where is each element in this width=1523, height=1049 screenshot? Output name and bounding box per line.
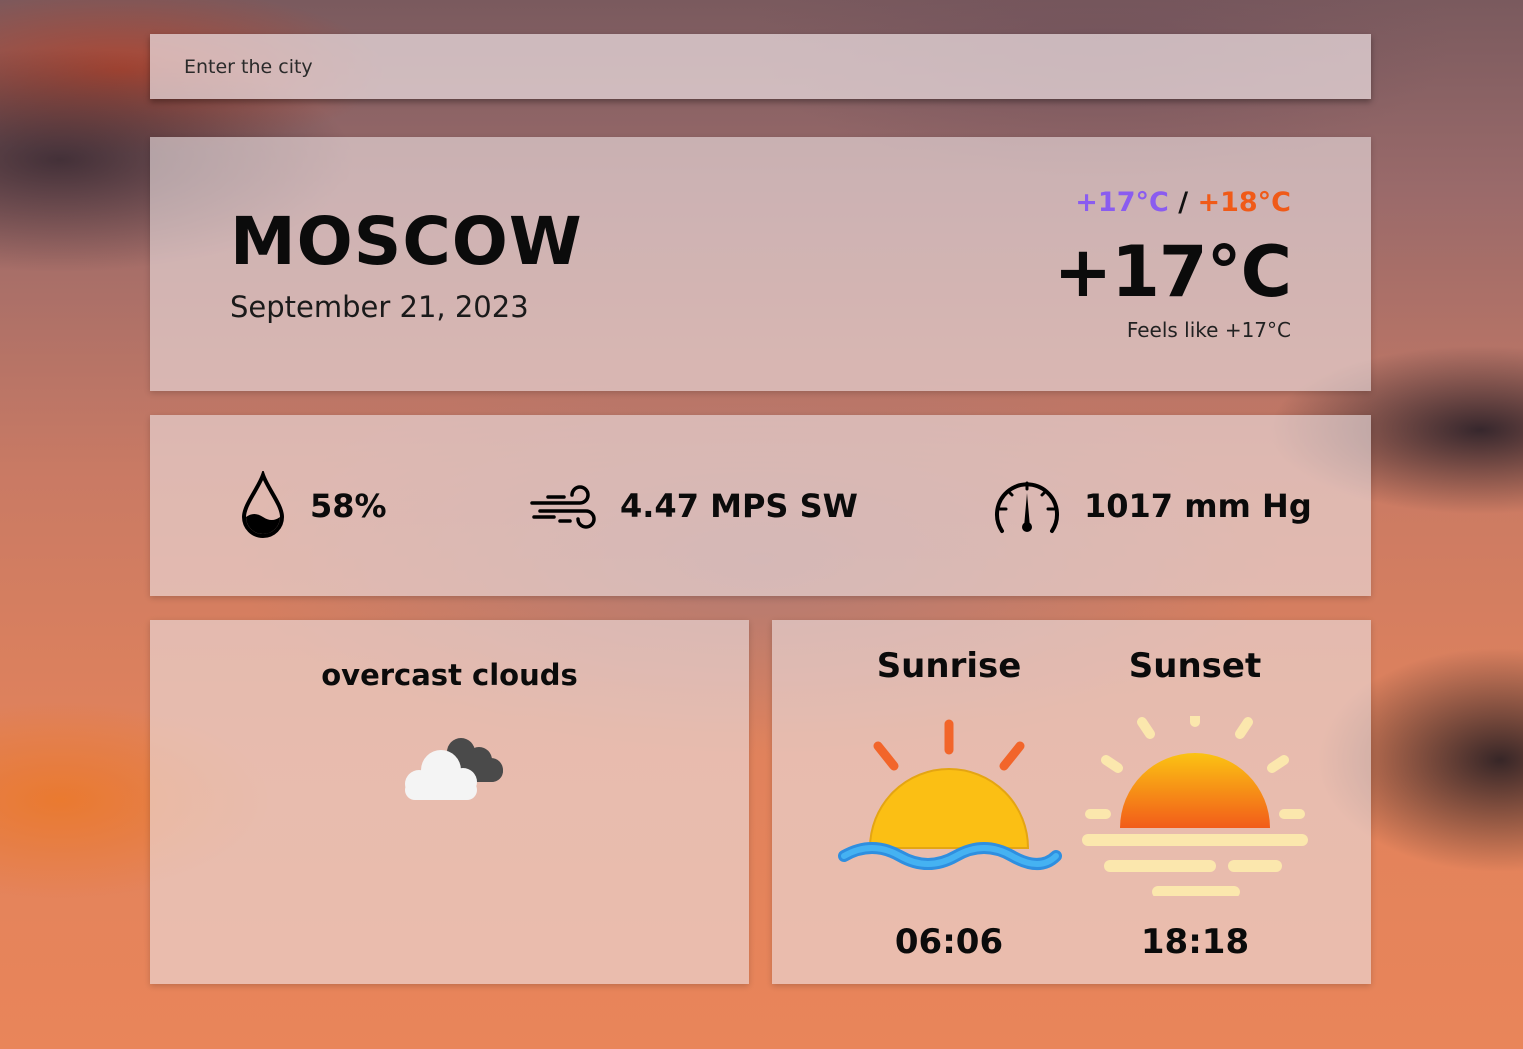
humidity-stat: 58%	[238, 471, 387, 541]
sunset-icon	[1082, 716, 1308, 896]
overcast-clouds-icon	[405, 738, 503, 800]
city-search-input[interactable]	[150, 34, 1371, 99]
feels-like-value: +17°C	[1224, 318, 1291, 342]
humidity-value: 58%	[310, 487, 387, 525]
sunset-time: 18:18	[1140, 922, 1250, 962]
current-date: September 21, 2023	[230, 290, 529, 324]
pressure-stat: 1017 mm Hg	[992, 471, 1312, 541]
temp-min: +17°C	[1075, 187, 1169, 218]
current-weather-card: MOSCOW September 21, 2023 +17°C / +18°C …	[150, 137, 1371, 391]
sunrise-time: 06:06	[894, 922, 1004, 962]
pressure-gauge-icon	[995, 481, 1059, 533]
feels-like-label: Feels like	[1126, 318, 1219, 342]
wind-icon	[530, 485, 596, 529]
temp-max: +18°C	[1197, 187, 1291, 218]
wind-stat: 4.47 MPS SW	[530, 471, 858, 541]
sunset-label: Sunset	[1128, 646, 1262, 686]
current-temperature: +17°C	[1053, 231, 1292, 313]
city-search-bar	[150, 34, 1371, 99]
humidity-drop-icon	[241, 471, 285, 538]
temp-range-separator: /	[1178, 187, 1189, 218]
temp-range: +17°C / +18°C	[1075, 189, 1291, 216]
weather-description: overcast clouds	[321, 658, 578, 692]
wind-value: 4.47 MPS SW	[620, 487, 858, 525]
sunset-section: Sunset 18:18	[1070, 620, 1320, 984]
sun-times-card: Sunrise 06:06 Sunset 18:18	[772, 620, 1371, 984]
weather-description-card: overcast clouds	[150, 620, 749, 984]
weather-stats-card: 58% 4.47 MPS SW 1017 mm Hg	[150, 415, 1371, 596]
sunrise-icon	[838, 719, 1062, 870]
sunrise-label: Sunrise	[876, 646, 1022, 686]
feels-like: Feels like +17°C	[1127, 320, 1291, 340]
pressure-value: 1017 mm Hg	[1084, 487, 1312, 525]
city-name: MOSCOW	[230, 203, 583, 280]
sunrise-section: Sunrise 06:06	[824, 620, 1074, 984]
